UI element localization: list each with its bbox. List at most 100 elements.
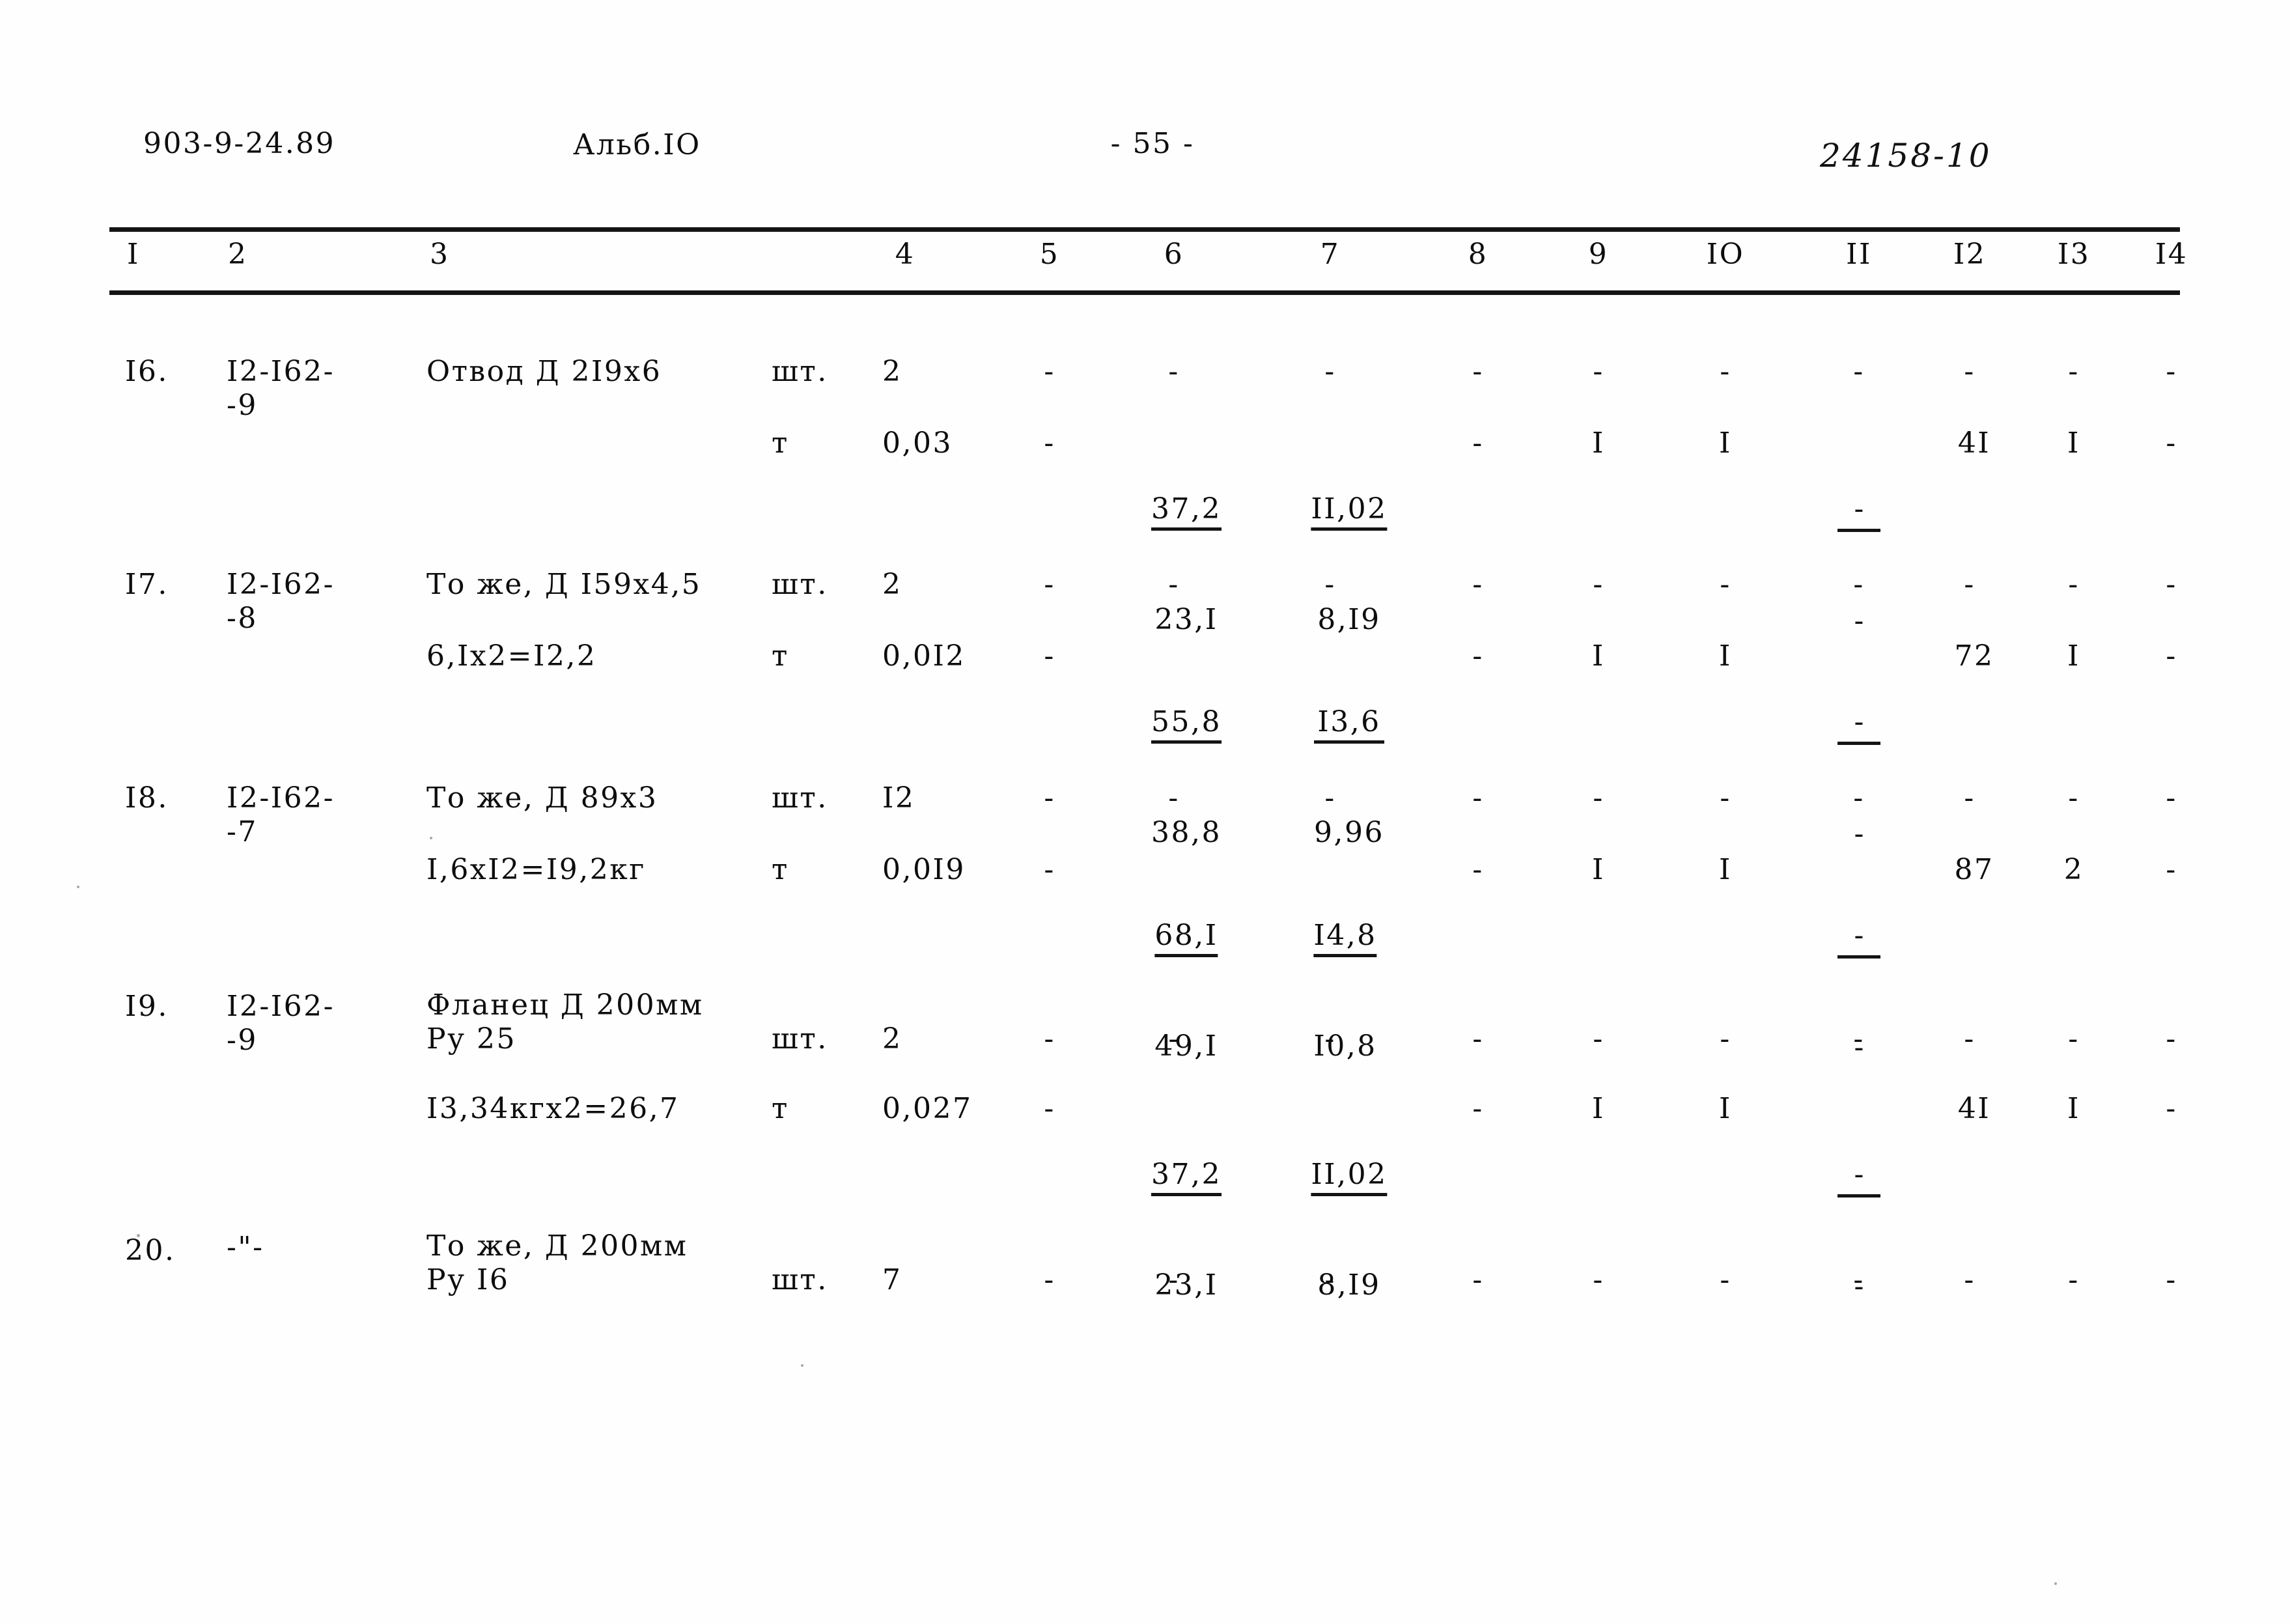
row-c6-numerator: 37,2 — [1151, 1158, 1222, 1197]
column-header-11: II — [1846, 238, 1872, 271]
column-header-2: 2 — [228, 238, 248, 271]
row-c9-2: I — [1592, 1092, 1605, 1125]
column-header-14: I4 — [2155, 238, 2188, 271]
row-code-ditto: -"- — [227, 1231, 264, 1264]
scan-speck — [77, 886, 79, 888]
row-c5-1: - — [1044, 568, 1055, 601]
row-name-line1: Фланец Д 200мм — [426, 988, 704, 1022]
row-c9-1: - — [1593, 355, 1604, 388]
row-code-line2: -7 — [227, 815, 258, 848]
row-c7-1: - — [1324, 1022, 1336, 1056]
row-c9-1: - — [1593, 1022, 1604, 1056]
column-header-10: IO — [1706, 238, 1745, 271]
row-c6-1: - — [1168, 1022, 1180, 1056]
row-c11-numerator: - — [1837, 492, 1880, 533]
row-c11-numerator: - — [1837, 919, 1880, 959]
row-c13-2: 2 — [2063, 853, 2084, 886]
row-c8-2: - — [1472, 853, 1484, 886]
row-unit-1: шт. — [772, 1263, 828, 1296]
column-header-8: 8 — [1468, 238, 1488, 271]
row-c8-2: - — [1472, 427, 1484, 460]
row-unit-1: шт. — [772, 1022, 828, 1056]
row-c10-2: I — [1719, 853, 1732, 886]
row-c6-denominator: 49,I — [1154, 1029, 1218, 1063]
row-c10-1: - — [1720, 1022, 1731, 1056]
row-code-line2: -9 — [227, 1024, 258, 1057]
row-c14-1: - — [2166, 568, 2177, 601]
row-c13-2: I — [2067, 427, 2080, 460]
row-qty-1: 2 — [882, 1022, 902, 1056]
row-c8-1: - — [1472, 1263, 1484, 1296]
row-c14-1: - — [2166, 355, 2177, 388]
table-top-rule — [109, 227, 2180, 232]
column-header-7: 7 — [1320, 238, 1341, 271]
scan-speck — [801, 1364, 803, 1367]
row-c12-1: - — [1964, 355, 1976, 388]
row-c5-2: - — [1044, 853, 1055, 886]
row-code-line1: I2-I62- — [227, 990, 335, 1023]
row-name-line1: Отвод Д 2I9х6 — [426, 355, 662, 388]
row-c14-1: - — [2166, 1263, 2177, 1296]
row-c7-numerator: I4,8 — [1313, 919, 1377, 958]
row-c10-1: - — [1720, 355, 1731, 388]
row-qty-1: I2 — [882, 781, 915, 815]
row-number: I9. — [125, 990, 169, 1023]
row-c13-1: - — [2068, 568, 2080, 601]
row-number: I8. — [125, 781, 169, 815]
row-c7-denominator: I0,8 — [1313, 1029, 1377, 1063]
row-c9-2: I — [1592, 639, 1605, 673]
column-header-6: 6 — [1164, 238, 1184, 271]
row-c12-2: 4I — [1957, 427, 1991, 460]
album-label: Альб.IO — [573, 128, 701, 161]
row-c7-1: - — [1324, 568, 1336, 601]
row-unit-1: шт. — [772, 568, 828, 601]
row-c13-1: - — [2068, 1263, 2080, 1296]
row-c12-1: - — [1964, 1263, 1976, 1296]
row-c8-1: - — [1472, 355, 1484, 388]
row-c6-numerator: 68,I — [1154, 919, 1218, 958]
row-c8-2: - — [1472, 639, 1484, 673]
row-c6-numerator: 55,8 — [1151, 705, 1222, 744]
row-c5-1: - — [1044, 355, 1055, 388]
row-c12-1: - — [1964, 568, 1976, 601]
row-unit-1: шт. — [772, 781, 828, 815]
row-c12-1: - — [1964, 781, 1976, 815]
row-c11-denominator: - — [1854, 604, 1864, 637]
row-c11-numerator: - — [1837, 1158, 1880, 1198]
row-name-line1: То же, Д 200мм — [426, 1229, 688, 1263]
column-header-4: 4 — [895, 238, 915, 271]
row-qty-2: 0,0I9 — [882, 853, 966, 886]
column-header-12: I2 — [1953, 238, 1987, 271]
row-c6-1: - — [1168, 355, 1180, 388]
row-c9-2: I — [1592, 853, 1605, 886]
row-unit-1: шт. — [772, 355, 828, 388]
row-c13-2: I — [2067, 639, 2080, 673]
row-c8-2: - — [1472, 1092, 1484, 1125]
row-c6-1: - — [1168, 1263, 1180, 1296]
row-c7-1: - — [1324, 355, 1336, 388]
row-c12-1: - — [1964, 1022, 1976, 1056]
row-c6-denominator: 23,I — [1154, 1268, 1218, 1302]
row-c10-2: I — [1719, 639, 1732, 673]
row-c6-numerator: 37,2 — [1151, 492, 1222, 531]
row-name-line2: I,6хI2=I9,2кг — [426, 853, 646, 886]
row-number: 20. — [125, 1234, 176, 1267]
row-c10-2: I — [1719, 427, 1732, 460]
row-code-line2: -8 — [227, 602, 258, 635]
row-c5-2: - — [1044, 1092, 1055, 1125]
row-qty-2: 0,027 — [882, 1092, 973, 1125]
row-c10-2: I — [1719, 1092, 1732, 1125]
row-qty-2: 0,0I2 — [882, 639, 966, 673]
row-c8-1: - — [1472, 1022, 1484, 1056]
row-c14-2: - — [2166, 1092, 2177, 1125]
column-header-13: I3 — [2057, 238, 2091, 271]
row-c7-1: - — [1324, 1263, 1336, 1296]
scan-speck — [430, 837, 432, 839]
row-code-line1: I2-I62- — [227, 781, 335, 815]
row-c6-1: - — [1168, 568, 1180, 601]
row-c11-1: - — [1853, 568, 1865, 601]
row-c13-2: I — [2067, 1092, 2080, 1125]
row-c11-numerator: - — [1837, 705, 1880, 746]
row-unit-2: т — [772, 853, 789, 886]
row-unit-2: т — [772, 639, 789, 673]
